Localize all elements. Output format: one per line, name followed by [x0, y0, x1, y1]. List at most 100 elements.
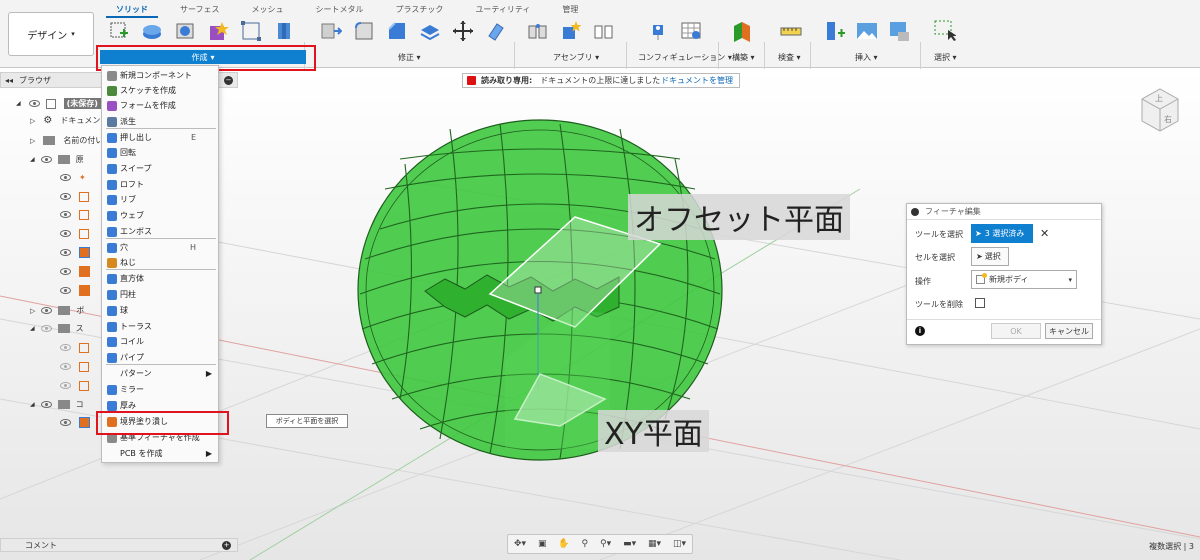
display-settings-icon[interactable]: ▬▾ — [623, 539, 636, 549]
visibility-eye-icon[interactable] — [60, 174, 71, 181]
menu-item-box[interactable]: 直方体 — [102, 271, 218, 286]
tree-row[interactable] — [60, 340, 89, 355]
pan-hand-icon[interactable]: ✋ — [558, 539, 569, 549]
info-icon[interactable]: i — [915, 326, 925, 336]
tab-solid[interactable]: ソリッド — [100, 4, 164, 18]
menu-item-loft[interactable]: ロフト — [102, 177, 218, 192]
visibility-eye-icon[interactable] — [60, 230, 71, 237]
tree-row[interactable] — [60, 207, 89, 222]
operation-dropdown[interactable]: 新規ボディ ▾ — [971, 270, 1077, 289]
press-pull-icon[interactable] — [320, 20, 342, 42]
modify-group-label[interactable]: 修正 ▾ — [398, 52, 421, 63]
new-component-icon[interactable] — [560, 20, 582, 42]
menu-item-hole[interactable]: 穴H — [102, 240, 218, 255]
tab-surface[interactable]: サーフェス — [164, 4, 236, 18]
visibility-eye-icon[interactable] — [28, 100, 40, 107]
visibility-eye-icon[interactable] — [60, 268, 71, 275]
menu-item-derive[interactable]: 派生 — [102, 114, 218, 129]
tree-row[interactable] — [60, 378, 89, 393]
insert-image-icon[interactable] — [856, 20, 878, 42]
tree-row[interactable] — [60, 264, 90, 279]
visibility-eye-icon[interactable] — [60, 193, 71, 200]
extrude-icon[interactable] — [141, 20, 163, 42]
comments-panel-header[interactable]: コメント + — [0, 538, 238, 552]
zoom-icon[interactable]: ⚲ — [582, 539, 589, 549]
move-icon[interactable] — [452, 20, 474, 42]
add-comment-icon[interactable]: + — [222, 540, 231, 550]
visibility-eye-icon[interactable] — [60, 211, 71, 218]
configuration-table-icon[interactable] — [680, 20, 702, 42]
expand-icon[interactable]: ◢ — [30, 325, 35, 332]
tab-sheet-metal[interactable]: シートメタル — [300, 4, 380, 18]
menu-item-new-component[interactable]: 新規コンポーネント — [102, 68, 218, 83]
cancel-button[interactable]: キャンセル — [1045, 323, 1093, 339]
configure-icon[interactable] — [652, 20, 674, 42]
tree-row[interactable] — [60, 359, 89, 374]
expand-icon[interactable]: ▷ — [30, 307, 35, 315]
minus-icon[interactable]: − — [224, 75, 233, 85]
viewports-icon[interactable]: ◫▾ — [673, 539, 686, 549]
grid-settings-icon[interactable]: ▦▾ — [648, 539, 661, 549]
form-icon[interactable] — [207, 20, 229, 42]
expand-icon[interactable]: ▷ — [30, 137, 35, 145]
manage-documents-link[interactable]: ドキュメントを管理 — [661, 75, 733, 86]
expand-icon[interactable]: ◢ — [30, 401, 35, 408]
menu-item-coil[interactable]: コイル — [102, 334, 218, 349]
menu-item-revolve[interactable]: 回転 — [102, 145, 218, 160]
tree-item-bodies[interactable]: ▷ ボ — [30, 303, 84, 318]
configure-group-label[interactable]: コンフィギュレーション ▾ — [638, 52, 732, 63]
tree-item-sketches[interactable]: ◢ ス — [30, 321, 84, 336]
visibility-eye-icon[interactable] — [40, 401, 52, 408]
visibility-eye-icon[interactable] — [60, 344, 71, 351]
expand-icon[interactable]: ◢ — [30, 156, 35, 163]
cell-select-button[interactable]: ➤ 選択 — [971, 247, 1009, 266]
workspace-switcher[interactable]: デザイン ▾ — [8, 12, 94, 56]
expand-icon[interactable]: ◢ — [16, 100, 21, 107]
visibility-eye-icon[interactable] — [41, 307, 53, 314]
menu-item-thread[interactable]: ねじ — [102, 255, 218, 270]
orbit-icon[interactable]: ✥▾ — [514, 539, 526, 549]
menu-item-sweep[interactable]: スイープ — [102, 161, 218, 176]
menu-item-pipe[interactable]: パイプ — [102, 350, 218, 365]
menu-item-create-form[interactable]: フォームを作成 — [102, 98, 218, 113]
tree-row[interactable] — [60, 189, 89, 204]
tree-row[interactable] — [60, 415, 90, 430]
menu-item-pattern[interactable]: パターン ▶ — [102, 366, 218, 381]
as-built-joint-icon[interactable] — [593, 20, 615, 42]
tree-row[interactable] — [60, 283, 90, 298]
menu-item-torus[interactable]: トーラス — [102, 319, 218, 334]
fit-icon[interactable]: ⚲▾ — [600, 539, 611, 549]
tree-root[interactable]: ◢ (未保存) — [16, 96, 101, 111]
assemble-group-label[interactable]: アセンブリ ▾ — [553, 52, 599, 63]
tree-item-construction[interactable]: ◢ コ — [30, 397, 84, 412]
menu-item-sphere[interactable]: 球 — [102, 303, 218, 318]
minus-icon[interactable] — [911, 207, 919, 216]
collapse-icon[interactable]: ◂◂ — [5, 76, 13, 85]
tab-mesh[interactable]: メッシュ — [236, 4, 300, 18]
create-sketch-icon[interactable] — [108, 20, 130, 42]
shell-icon[interactable] — [419, 20, 441, 42]
tree-row[interactable] — [60, 226, 89, 241]
ok-button[interactable]: OK — [991, 323, 1041, 339]
tree-item-origin[interactable]: ◢ 原 — [30, 152, 84, 167]
visibility-eye-icon[interactable] — [60, 382, 71, 389]
menu-item-web[interactable]: ウェブ — [102, 208, 218, 223]
view-cube[interactable]: 上 右 — [1128, 77, 1192, 141]
menu-item-create-pcb[interactable]: PCB を作成 ▶ — [102, 446, 218, 461]
construct-group-label[interactable]: 構築 ▾ — [732, 52, 755, 63]
tab-manage[interactable]: 管理 — [546, 4, 594, 18]
automate-icon[interactable] — [273, 20, 295, 42]
look-at-icon[interactable]: ▣ — [538, 539, 547, 549]
chamfer-icon[interactable] — [386, 20, 408, 42]
select-icon[interactable] — [934, 20, 956, 42]
visibility-eye-icon[interactable] — [40, 325, 52, 332]
joint-icon[interactable] — [527, 20, 549, 42]
fillet-icon[interactable] — [353, 20, 375, 42]
insert-group-label[interactable]: 挿入 ▾ — [855, 52, 878, 63]
measure-icon[interactable] — [780, 20, 802, 42]
visibility-eye-icon[interactable] — [60, 419, 71, 426]
menu-item-extrude[interactable]: 押し出し E — [102, 130, 218, 145]
menu-item-rib[interactable]: リブ — [102, 192, 218, 207]
remove-tool-checkbox[interactable] — [975, 298, 985, 308]
menu-item-emboss[interactable]: エンボス — [102, 224, 218, 239]
